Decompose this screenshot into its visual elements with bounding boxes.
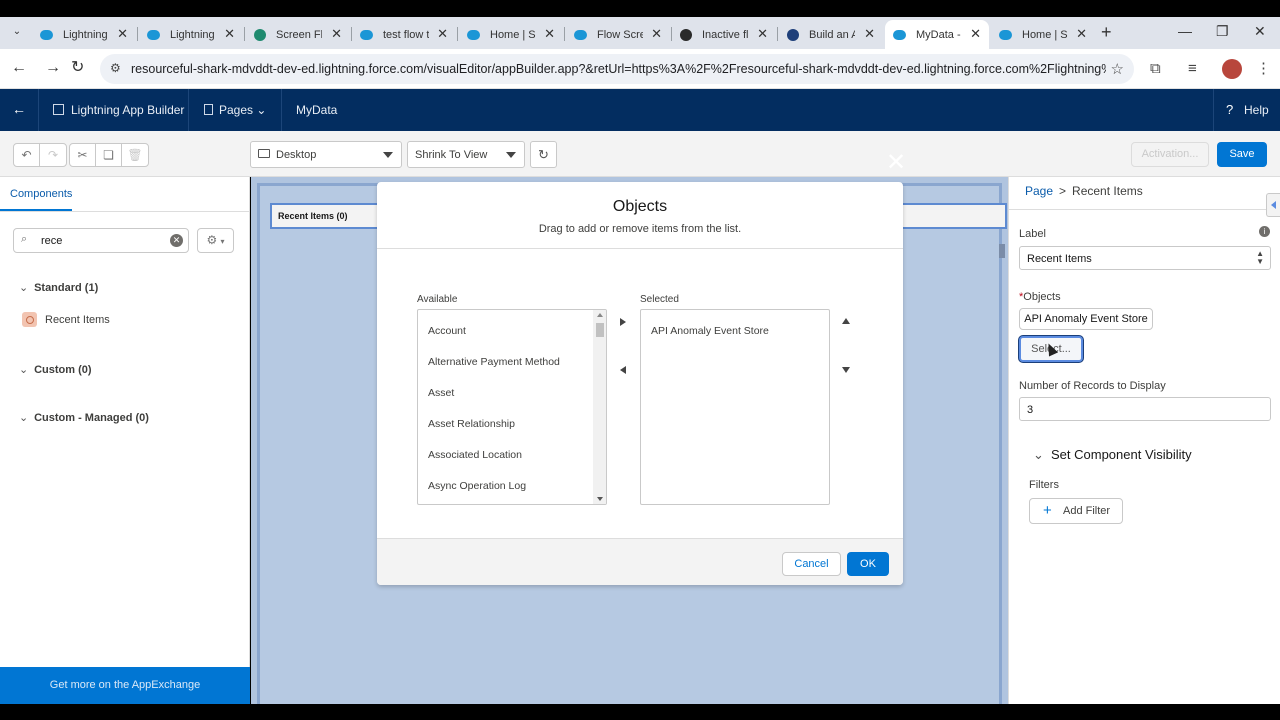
- forward-arrow-icon[interactable]: →: [45, 59, 61, 77]
- move-up-arrow-icon[interactable]: [842, 318, 850, 324]
- modal-close-icon[interactable]: ✕: [883, 150, 909, 176]
- tab-separator: [137, 27, 138, 41]
- browser-tab[interactable]: Flow Scree ✕: [566, 20, 670, 49]
- tab-close-icon[interactable]: ✕: [1076, 26, 1087, 42]
- tab-label: Build an A: [809, 28, 855, 41]
- restore-icon[interactable]: ❐: [1216, 23, 1229, 40]
- tab-label: Lightning: [63, 28, 108, 41]
- salesforce-cloud-icon: [999, 29, 1012, 40]
- browser-tab[interactable]: Home | Sa ✕: [459, 20, 563, 49]
- salesforce-cloud-icon: [40, 29, 53, 40]
- bookmark-star-icon[interactable]: ☆: [1111, 60, 1124, 78]
- new-tab-plus-icon[interactable]: +: [1101, 23, 1112, 41]
- browser-tab-strip: ⌄ Lightning ✕ Lightning ✕ Screen Flo ✕ t…: [0, 17, 1280, 49]
- tab-separator: [244, 27, 245, 41]
- browser-toolbar: ← → ↻ ⚙ resourceful-shark-mdvddt-dev-ed.…: [0, 49, 1280, 89]
- tab-close-icon[interactable]: ✕: [437, 26, 448, 42]
- tab-separator: [457, 27, 458, 41]
- cancel-button[interactable]: Cancel: [782, 552, 841, 576]
- modal-title: Objects: [612, 198, 668, 215]
- tab-separator: [564, 27, 565, 41]
- tab-label: test flow to: [383, 28, 429, 41]
- move-to-available-arrow-icon[interactable]: [620, 366, 626, 374]
- github-icon: [680, 28, 692, 41]
- salesforce-cloud-icon: [147, 29, 160, 40]
- tab-close-icon[interactable]: ✕: [224, 26, 235, 42]
- address-bar[interactable]: ⚙ resourceful-shark-mdvddt-dev-ed.lightn…: [100, 54, 1134, 84]
- extensions-puzzle-icon[interactable]: ⧉: [1150, 60, 1161, 77]
- tab-label: Inactive flo: [702, 28, 748, 41]
- ok-button[interactable]: OK: [847, 552, 889, 576]
- move-down-arrow-icon[interactable]: [842, 367, 850, 373]
- browser-tab[interactable]: test flow to ✕: [352, 20, 456, 49]
- reload-icon[interactable]: ↻: [71, 59, 84, 77]
- site-info-icon[interactable]: ⚙: [110, 61, 121, 75]
- list-item[interactable]: Async Operation Log: [428, 480, 526, 492]
- tab-search-chevron-icon[interactable]: ⌄: [8, 23, 26, 41]
- list-item[interactable]: Asset: [428, 387, 454, 399]
- tab-label: Flow Scree: [597, 28, 643, 41]
- tab-label: Home | Sa: [490, 28, 536, 41]
- available-listbox[interactable]: Account Alternative Payment Method Asset…: [417, 309, 607, 505]
- tab-label: Home | Sa: [1022, 28, 1068, 41]
- list-item[interactable]: Alternative Payment Method: [428, 356, 560, 368]
- browser-tab[interactable]: Lightning ✕: [32, 20, 136, 49]
- list-item[interactable]: Asset Relationship: [428, 418, 515, 430]
- objects-modal: Objects Drag to add or remove items from…: [377, 182, 903, 585]
- screen-top-edge: [0, 0, 1280, 17]
- profile-avatar[interactable]: [1222, 59, 1242, 79]
- tab-label: Screen Flo: [276, 28, 322, 41]
- modal-header: Objects Drag to add or remove items from…: [377, 182, 903, 249]
- modal-subtitle: Drag to add or remove items from the lis…: [538, 223, 742, 235]
- browser-tab[interactable]: Build an A ✕: [779, 20, 883, 49]
- move-to-selected-arrow-icon[interactable]: [620, 318, 626, 326]
- scroll-down-icon[interactable]: [597, 497, 603, 501]
- tab-close-icon[interactable]: ✕: [757, 26, 768, 42]
- media-queue-icon[interactable]: ≡: [1188, 60, 1197, 77]
- salesforce-cloud-icon: [574, 29, 587, 40]
- trailhead-icon: [787, 28, 799, 41]
- selected-listbox[interactable]: API Anomaly Event Store: [640, 309, 830, 505]
- salesforce-cloud-icon: [467, 29, 480, 40]
- browser-tab[interactable]: Inactive flo ✕: [672, 20, 776, 49]
- salesforce-cloud-icon: [360, 29, 373, 40]
- back-arrow-icon[interactable]: ←: [11, 59, 27, 77]
- tab-close-icon[interactable]: ✕: [970, 26, 981, 42]
- tab-close-icon[interactable]: ✕: [544, 26, 555, 42]
- scroll-up-icon[interactable]: [597, 313, 603, 317]
- minimize-icon[interactable]: —: [1178, 23, 1192, 39]
- tab-close-icon[interactable]: ✕: [117, 26, 128, 42]
- window-close-icon[interactable]: ✕: [1254, 23, 1266, 40]
- url-text[interactable]: resourceful-shark-mdvddt-dev-ed.lightnin…: [131, 62, 1106, 76]
- list-item[interactable]: API Anomaly Event Store: [651, 325, 769, 337]
- selected-label: Selected: [640, 294, 679, 305]
- tab-label: Lightning: [170, 28, 215, 41]
- tab-label: MyData -: [916, 28, 961, 41]
- modal-footer: Cancel OK: [377, 538, 903, 585]
- listbox-scrollbar[interactable]: [593, 310, 606, 504]
- list-item[interactable]: Account: [428, 325, 466, 337]
- tab-close-icon[interactable]: ✕: [864, 26, 875, 42]
- list-item[interactable]: Associated Location: [428, 449, 522, 461]
- tab-close-icon[interactable]: ✕: [651, 26, 662, 42]
- screen-bottom-edge: [0, 704, 1280, 720]
- scroll-thumb[interactable]: [596, 323, 604, 337]
- browser-tab-active[interactable]: MyData - ✕: [885, 20, 989, 49]
- salesforce-cloud-icon: [893, 29, 906, 40]
- trailhead-icon: [254, 28, 266, 41]
- browser-tab[interactable]: Screen Flo ✕: [246, 20, 350, 49]
- available-label: Available: [417, 294, 458, 305]
- tab-close-icon[interactable]: ✕: [331, 26, 342, 42]
- tab-separator: [777, 27, 778, 41]
- browser-tab[interactable]: Home | Sa ✕: [991, 20, 1095, 49]
- browser-tab[interactable]: Lightning ✕: [139, 20, 243, 49]
- browser-menu-icon[interactable]: ⋮: [1256, 59, 1271, 77]
